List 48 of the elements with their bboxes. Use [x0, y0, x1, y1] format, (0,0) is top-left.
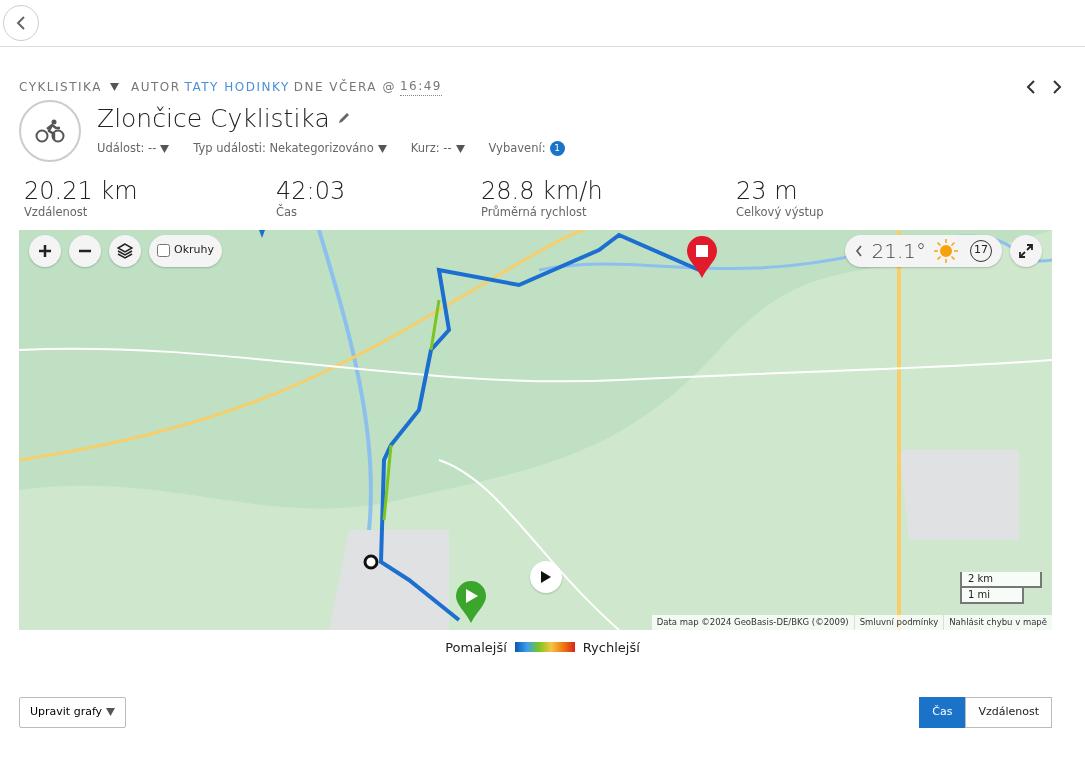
- expand-icon: [1019, 243, 1033, 258]
- edit-charts-button[interactable]: Upravit grafy: [19, 697, 127, 728]
- activity-title: Zlončice Cyklistika: [97, 104, 330, 133]
- stat-label: Čas: [276, 204, 299, 222]
- caret-icon: [377, 144, 387, 153]
- previous-icon[interactable]: [1026, 79, 1036, 94]
- meta-dropdown[interactable]: Událost: --: [97, 140, 170, 158]
- play-icon: [540, 569, 552, 584]
- meta-dropdown[interactable]: Typ události: Nekategorizováno: [193, 140, 387, 158]
- meta-dropdown[interactable]: Kurz: --: [410, 140, 465, 158]
- bicycle-icon: [35, 119, 65, 143]
- layers-icon: [117, 242, 133, 259]
- count-badge: 1: [549, 141, 565, 157]
- author-link[interactable]: TATY HODINKY: [184, 77, 290, 96]
- legend-label: Pomalejší: [445, 638, 507, 657]
- equipment-field[interactable]: Vybavení: 1: [488, 140, 565, 158]
- next-icon[interactable]: [1052, 79, 1062, 94]
- stat-value: 20.21 km: [24, 178, 139, 205]
- axis-toggle-button[interactable]: Vzdálenost: [965, 697, 1052, 728]
- chevron-left-icon[interactable]: [855, 244, 864, 257]
- stat-value: 28.8 km/h: [481, 178, 604, 205]
- stat-value: 42:03: [276, 178, 347, 205]
- laps-label: Okruhy: [174, 242, 214, 259]
- back-button[interactable]: [3, 5, 39, 41]
- stat-label: Celkový výstup: [736, 204, 825, 222]
- speed-gradient: [514, 642, 575, 653]
- start-marker-icon: [455, 580, 487, 623]
- pencil-icon[interactable]: [337, 112, 350, 125]
- activity-type-dropdown[interactable]: CYKLISTIKA: [19, 77, 119, 96]
- finish-marker-icon: [686, 235, 718, 278]
- axis-toggle-button[interactable]: Čas: [919, 697, 966, 728]
- caret-icon: [160, 144, 170, 153]
- legend-label: Rychlejší: [582, 638, 640, 657]
- back-icon: [16, 15, 26, 31]
- activity-time: 16:49: [399, 77, 442, 96]
- sun-icon: [934, 238, 958, 263]
- date-text: DNE VČERA @: [293, 78, 396, 96]
- temperature: 21.1°: [871, 237, 926, 265]
- stat-label: Vzdálenost: [24, 204, 89, 222]
- caret-icon: [106, 708, 116, 717]
- caret-icon: [455, 144, 465, 153]
- lap-marker-icon: [363, 553, 379, 570]
- author-prefix: AUTOR: [130, 78, 181, 96]
- laps-checkbox[interactable]: [157, 244, 170, 258]
- stat-value: 23 m: [736, 178, 799, 205]
- stat-label: Průměrná rychlost: [481, 204, 588, 222]
- caret-icon: [109, 82, 119, 91]
- plus-icon: [38, 243, 52, 258]
